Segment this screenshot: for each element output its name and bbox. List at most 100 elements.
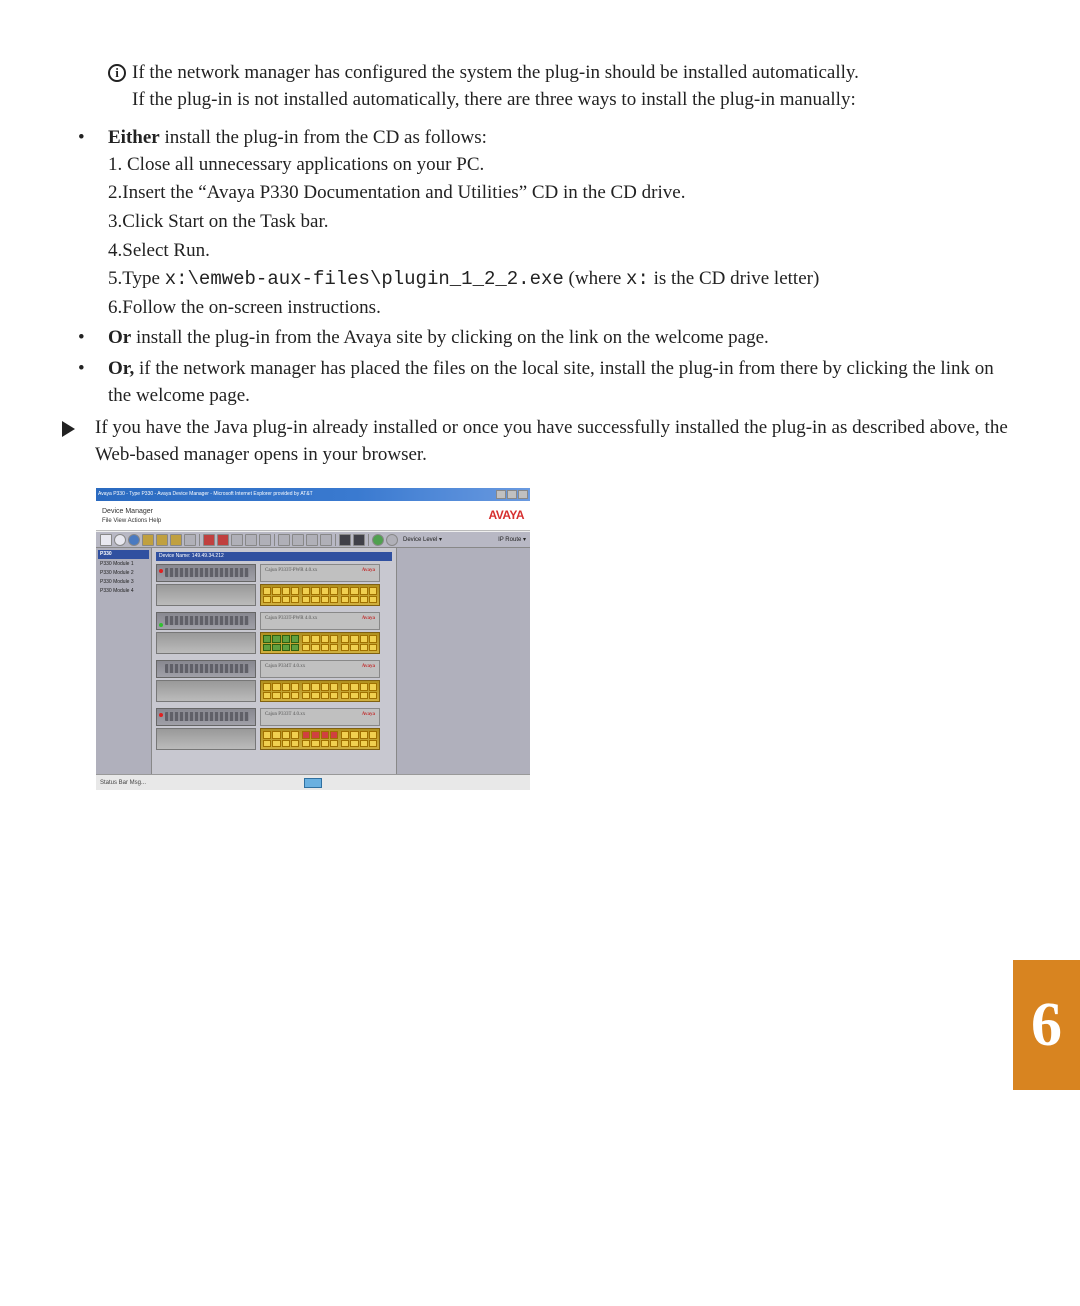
module-4-label: Cajun P333T 4.0.xx [265,711,305,718]
tree-title: P330 [98,550,149,559]
either-lead: Either [108,127,160,148]
tool-icon-6[interactable] [217,534,229,546]
stop-icon[interactable] [386,534,398,546]
window-titlebar: Avaya P330 - Type P330 - Avaya Device Ma… [96,488,530,501]
info-text: If the network manager has configured th… [132,60,1020,113]
chapter-tab: 6 [1013,960,1080,1090]
minimize-button[interactable] [496,490,506,499]
module-1-brand: Avaya [362,567,375,574]
chapter-number: 6 [1031,982,1062,1069]
tool-icon-2[interactable] [156,534,168,546]
app-header: Device Manager File View Actions Help AV… [96,501,530,531]
tool-icon-5[interactable] [203,534,215,546]
triangle-right-icon [62,421,75,437]
module-row-1: Cajun P333T-PWR 4.0.xx Avaya [156,564,392,606]
module-4-left-top[interactable] [156,708,256,726]
tool-icon-1[interactable] [142,534,154,546]
window-title: Avaya P330 - Type P330 - Avaya Device Ma… [98,491,313,498]
step-5-code: x:\emweb-aux-files\plugin_1_2_2.exe [165,268,564,290]
module-1-label: Cajun P333T-PWR 4.0.xx [265,567,317,574]
tool-icon-4[interactable] [184,534,196,546]
info-toolbar-icon[interactable] [100,534,112,546]
status-flag-icon [304,778,322,788]
device-manager-screenshot: Avaya P330 - Type P330 - Avaya Device Ma… [96,488,530,790]
app-body: P330 P330 Module 1 P330 Module 2 P330 Mo… [96,548,530,774]
step-4: 4.Select Run. [108,238,1020,265]
module-3-left-top[interactable] [156,660,256,678]
tree-item-4[interactable]: P330 Module 4 [98,587,149,596]
close-button[interactable] [518,490,528,499]
module-3-label: Cajun P334T 4.0.xx [265,663,305,670]
app-title: Device Manager [102,507,161,517]
device-name-bar: Device Name: 149.49.34.212 [156,552,392,561]
module-2-brand: Avaya [362,615,375,622]
module-1-right-top[interactable]: Cajun P333T-PWR 4.0.xx Avaya [260,564,380,582]
module-4-brand: Avaya [362,711,375,718]
tree-panel: P330 P330 Module 1 P330 Module 2 P330 Mo… [96,548,152,774]
right-blank-panel [396,548,530,774]
tool-icon-14[interactable] [339,534,351,546]
tool-icon-13[interactable] [320,534,332,546]
option-either: Either install the plug-in from the CD a… [60,125,1020,321]
led-red-icon [159,569,163,573]
toolbar-mode-dropdown[interactable]: Device Level ▾ [403,536,442,544]
toolbar: Device Level ▾ IP Route ▾ [96,531,530,548]
module-2-label: Cajun P333T-PWR 4.0.xx [265,615,317,622]
maximize-button[interactable] [507,490,517,499]
info-icon: i [108,64,126,82]
refresh-icon[interactable] [128,534,140,546]
main-panel: Device Name: 149.49.34.212 Cajun P333T-P… [152,548,396,774]
module-2-ports[interactable] [260,632,380,654]
module-3-brand: Avaya [362,663,375,670]
option-or-site: Or install the plug-in from the Avaya si… [60,325,1020,352]
module-1-left-top[interactable] [156,564,256,582]
info-line-1: If the network manager has configured th… [132,62,859,83]
module-row-3: Cajun P334T 4.0.xx Avaya [156,660,392,702]
app-menu[interactable]: File View Actions Help [102,517,161,525]
window-buttons[interactable] [496,490,528,499]
module-3-ports[interactable] [260,680,380,702]
module-4-ports[interactable] [260,728,380,750]
module-1-left-bottom[interactable] [156,584,256,606]
option-or-local: Or, if the network manager has placed th… [60,356,1020,409]
status-text: Status Bar Msg... [100,779,146,787]
toolbar-right-dropdown[interactable]: IP Route ▾ [498,536,526,544]
toolbar-sep-3 [335,534,336,546]
module-2-right-top[interactable]: Cajun P333T-PWR 4.0.xx Avaya [260,612,380,630]
tool-icon-11[interactable] [292,534,304,546]
module-2-left-top[interactable] [156,612,256,630]
module-4-right-top[interactable]: Cajun P333T 4.0.xx Avaya [260,708,380,726]
tool-icon-8[interactable] [245,534,257,546]
or-lead: Or [108,327,131,348]
led-green-icon [159,623,163,627]
go-icon[interactable] [372,534,384,546]
step-2: 2.Insert the “Avaya P330 Documentation a… [108,180,1020,207]
led-red-icon-4 [159,713,163,717]
toolbar-sep-1 [199,534,200,546]
tool-icon-10[interactable] [278,534,290,546]
tree-item-1[interactable]: P330 Module 1 [98,560,149,569]
tree-item-3[interactable]: P330 Module 3 [98,578,149,587]
or2-rest: if the network manager has placed the fi… [108,358,994,406]
help-icon[interactable] [114,534,126,546]
tool-icon-7[interactable] [231,534,243,546]
result-note: If you have the Java plug-in already ins… [60,415,1020,468]
module-3-right-top[interactable]: Cajun P334T 4.0.xx Avaya [260,660,380,678]
module-1-ports[interactable] [260,584,380,606]
tool-icon-12[interactable] [306,534,318,546]
step-6: 6.Follow the on-screen instructions. [108,295,1020,322]
step-3: 3.Click Start on the Task bar. [108,209,1020,236]
module-row-4: Cajun P333T 4.0.xx Avaya [156,708,392,750]
result-text: If you have the Java plug-in already ins… [95,415,1020,468]
either-rest: install the plug-in from the CD as follo… [160,127,487,148]
tool-icon-15[interactable] [353,534,365,546]
tree-item-2[interactable]: P330 Module 2 [98,569,149,578]
info-note: i If the network manager has configured … [108,60,1020,113]
tool-icon-9[interactable] [259,534,271,546]
module-4-left-bottom[interactable] [156,728,256,750]
module-2-left-bottom[interactable] [156,632,256,654]
module-3-left-bottom[interactable] [156,680,256,702]
status-bar: Status Bar Msg... [96,774,530,790]
tool-icon-3[interactable] [170,534,182,546]
avaya-logo: AVAYA [488,507,524,524]
